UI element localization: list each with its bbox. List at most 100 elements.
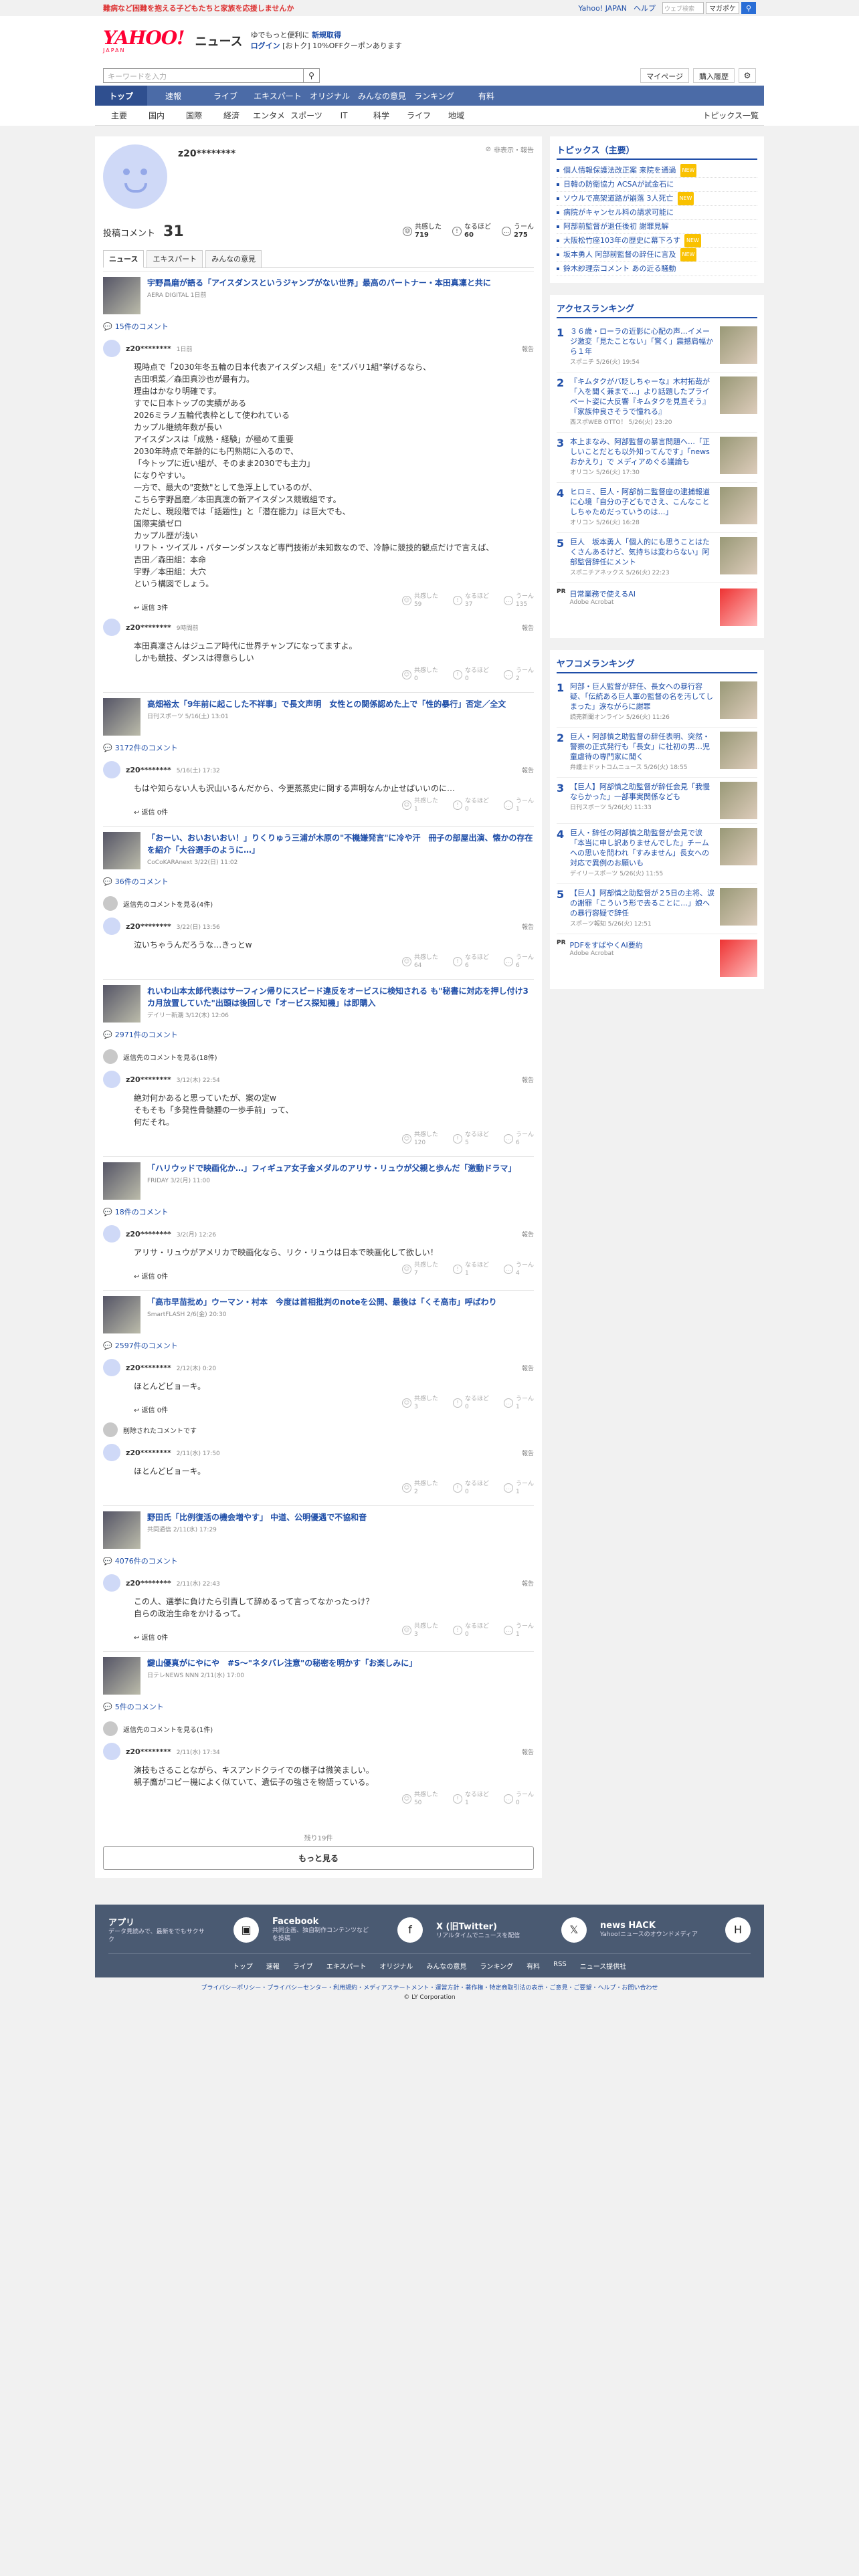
ranking-thumbnail[interactable] xyxy=(720,537,757,574)
hmm-button[interactable]: … うーん 1 xyxy=(503,1395,534,1411)
comment-count-link[interactable]: 💬 15件のコメント xyxy=(103,321,534,332)
report-link[interactable]: 報告 xyxy=(522,1747,534,1756)
naruhodo-button[interactable]: ! なるほど 0 xyxy=(452,1395,489,1411)
hmm-button[interactable]: … うーん 2 xyxy=(503,667,534,683)
comment-user[interactable]: z20******** xyxy=(126,344,171,353)
report-link[interactable]: 報告 xyxy=(522,623,534,632)
ranking-thumbnail[interactable] xyxy=(720,437,757,474)
cat-life[interactable]: ライフ xyxy=(400,110,438,121)
cat-entertainment[interactable]: エンタメ xyxy=(250,110,288,121)
signup-link[interactable]: 新規取得 xyxy=(312,31,341,39)
ranking-item[interactable]: 4 巨人・辞任の阿部慎之助監督が会見で涙「本当に申し訳ありませんでした」チームへの… xyxy=(557,824,757,884)
magapoke-button[interactable]: マガポケ xyxy=(706,2,739,14)
footer-nav-item[interactable]: エキスパート xyxy=(326,1961,367,1971)
topic-item[interactable]: 阿部前監督が退任後初 謝罪見解 xyxy=(557,220,757,234)
footer-nav-item[interactable]: ランキング xyxy=(480,1961,513,1971)
agree-button[interactable]: ☺ 共感した 0 xyxy=(401,667,438,683)
footer-nav-item[interactable]: ライブ xyxy=(293,1961,313,1971)
footer-app-0[interactable]: アプリ データ見読みで、最新をでもサクサク ▣ xyxy=(108,1915,259,1944)
article-thumbnail[interactable] xyxy=(103,698,140,736)
ranking-item[interactable]: 1 阿部・巨人監督が辞任、長女への暴行容疑、「伝統ある巨人軍の監督の名を汚してしま… xyxy=(557,677,757,728)
article-title[interactable]: 高畑裕太「9年前に起こした不祥事」で長文声明 女性との関係認めた上で「性的暴行」… xyxy=(147,698,506,710)
footer-nav-item[interactable]: 有料 xyxy=(527,1961,540,1971)
agree-button[interactable]: ☺ 共感した 7 xyxy=(401,1261,438,1277)
mypage-button[interactable]: マイページ xyxy=(640,68,689,83)
naruhodo-button[interactable]: ! なるほど 0 xyxy=(452,1480,489,1496)
login-link[interactable]: ログイン xyxy=(251,41,280,50)
comment-count-link[interactable]: 💬 5件のコメント xyxy=(103,1701,534,1712)
comment-count-link[interactable]: 💬 36件のコメント xyxy=(103,876,534,887)
article-thumbnail[interactable] xyxy=(103,985,140,1023)
ranking-thumbnail[interactable] xyxy=(720,888,757,926)
comment-user[interactable]: z20******** xyxy=(126,1075,171,1084)
ranking-item[interactable]: 3 【巨人】阿部慎之助監督が辞任会見「我慢ならかった」一部事実関係なども 日刊スポー… xyxy=(557,778,757,824)
ranking-thumbnail[interactable] xyxy=(720,782,757,819)
article-link[interactable]: 宇野昌磨が語る「アイスダンスというジャンプがない世界」最高のパートナー・本田真凜… xyxy=(103,277,534,314)
footer-links[interactable]: プライバシーポリシー・プライバシーセンター・利用規約・メディアステートメント・運… xyxy=(95,1983,764,1992)
naruhodo-button[interactable]: ! なるほど 0 xyxy=(452,797,489,813)
nav-ranking[interactable]: ランキング xyxy=(408,86,460,106)
agree-button[interactable]: ☺ 共感した 64 xyxy=(401,954,438,970)
hmm-button[interactable]: … うーん 1 xyxy=(503,1622,534,1638)
article-link[interactable]: 高畑裕太「9年前に起こした不祥事」で長文声明 女性との関係認めた上で「性的暴行」… xyxy=(103,698,534,736)
article-thumbnail[interactable] xyxy=(103,832,140,869)
agree-button[interactable]: ☺ 共感した 59 xyxy=(401,593,438,609)
article-link[interactable]: 「おーい、おいおいおい！」りくりゅう三浦が木原の"不機嫌発言"に冷や汗 冊子の部… xyxy=(103,832,534,869)
keyword-input[interactable]: キーワードを入力 xyxy=(103,68,304,83)
hmm-button[interactable]: … うーん 1 xyxy=(503,797,534,813)
ad-pr-1[interactable]: PR 日常業務で使えるAI Adobe Acrobat xyxy=(557,583,757,631)
article-thumbnail[interactable] xyxy=(103,1657,140,1695)
report-link[interactable]: 報告 xyxy=(522,766,534,774)
footer-nav-item[interactable]: 速報 xyxy=(266,1961,280,1971)
report-link[interactable]: 報告 xyxy=(522,1075,534,1084)
hmm-button[interactable]: … うーん 0 xyxy=(503,1791,534,1807)
agree-button[interactable]: ☺ 共感した 3 xyxy=(401,1395,438,1411)
cat-world[interactable]: 国際 xyxy=(175,110,213,121)
footer-app-2[interactable]: X (旧Twitter) リアルタイムでニュースを配信 𝕏 xyxy=(436,1915,587,1944)
article-title[interactable]: 「高市早苗批め」ウーマン・村本 今度は首相批判のnoteを公開、最後は「くそ高市… xyxy=(147,1296,497,1308)
cat-it[interactable]: IT xyxy=(325,111,363,120)
report-link[interactable]: 報告 xyxy=(522,1230,534,1239)
hmm-button[interactable]: … うーん 4 xyxy=(503,1261,534,1277)
article-title[interactable]: 「おーい、おいおいおい！」りくりゅう三浦が木原の"不機嫌発言"に冷や汗 冊子の部… xyxy=(147,832,534,856)
nav-live[interactable]: ライブ xyxy=(199,86,252,106)
comment-count-link[interactable]: 💬 2597件のコメント xyxy=(103,1340,534,1351)
topic-item[interactable]: 大阪松竹座103年の歴史に幕下ろす NEW xyxy=(557,234,757,248)
cat-sports[interactable]: スポーツ xyxy=(288,110,325,121)
ranking-item[interactable]: 2 巨人・阿部慎之助監督の辞任表明、突然・警察の正式発行も「長女」に社初の男…児童… xyxy=(557,728,757,778)
naruhodo-button[interactable]: ! なるほど 1 xyxy=(452,1791,489,1807)
footer-nav-item[interactable]: ニュース提供社 xyxy=(580,1961,627,1971)
hmm-button[interactable]: … うーん 6 xyxy=(503,954,534,970)
article-thumbnail[interactable] xyxy=(103,1296,140,1333)
topic-item[interactable]: 日韓の防衛協力 ACSAが試金石に xyxy=(557,178,757,192)
ad-pr-2[interactable]: PR PDFをすばやくAI要約 Adobe Acrobat xyxy=(557,934,757,982)
report-link[interactable]: 報告 xyxy=(522,1448,534,1457)
nav-paid[interactable]: 有料 xyxy=(460,86,512,106)
agree-button[interactable]: ☺ 共感した 50 xyxy=(401,1791,438,1807)
gear-icon[interactable]: ⚙ xyxy=(739,68,756,83)
topic-item[interactable]: 鈴木紗理奈コメント あの近る騒動 xyxy=(557,262,757,276)
topic-item[interactable]: ソウルで高架道路が崩落 3人死亡 NEW xyxy=(557,192,757,206)
agree-button[interactable]: ☺ 共感した 3 xyxy=(401,1622,438,1638)
comment-count-link[interactable]: 💬 4076件のコメント xyxy=(103,1555,534,1566)
comment-user[interactable]: z20******** xyxy=(126,1448,171,1457)
coupon-text[interactable]: [おトク] 10%OFFクーポンあります xyxy=(282,41,402,50)
naruhodo-button[interactable]: ! なるほど 6 xyxy=(452,954,489,970)
comment-user[interactable]: z20******** xyxy=(126,1230,171,1239)
agree-button[interactable]: ☺ 共感した 2 xyxy=(401,1480,438,1496)
history-button[interactable]: 購入履歴 xyxy=(693,68,735,83)
article-link[interactable]: 「ハリウッドで映画化か…」フィギュア女子金メダルのアリサ・リュウが父親と歩んだ「… xyxy=(103,1162,534,1200)
article-thumbnail[interactable] xyxy=(103,1511,140,1549)
comment-count-link[interactable]: 💬 18件のコメント xyxy=(103,1206,534,1217)
web-search-input[interactable]: ウェブ検索 xyxy=(662,2,704,14)
naruhodo-button[interactable]: ! なるほど 0 xyxy=(452,667,489,683)
footer-nav-item[interactable]: RSS xyxy=(553,1961,567,1971)
reply-source-link[interactable]: 返信先のコメントを見る(1件) xyxy=(103,1717,534,1740)
ranking-thumbnail[interactable] xyxy=(720,377,757,414)
article-title[interactable]: 「ハリウッドで映画化か…」フィギュア女子金メダルのアリサ・リュウが父親と歩んだ「… xyxy=(147,1162,516,1174)
hmm-button[interactable]: … うーん 6 xyxy=(503,1131,534,1147)
reply-source-link[interactable]: 削除されたコメントです xyxy=(103,1418,534,1441)
nav-expert[interactable]: エキスパート xyxy=(252,86,304,106)
comment-user[interactable]: z20******** xyxy=(126,1747,171,1756)
comment-user[interactable]: z20******** xyxy=(126,766,171,774)
